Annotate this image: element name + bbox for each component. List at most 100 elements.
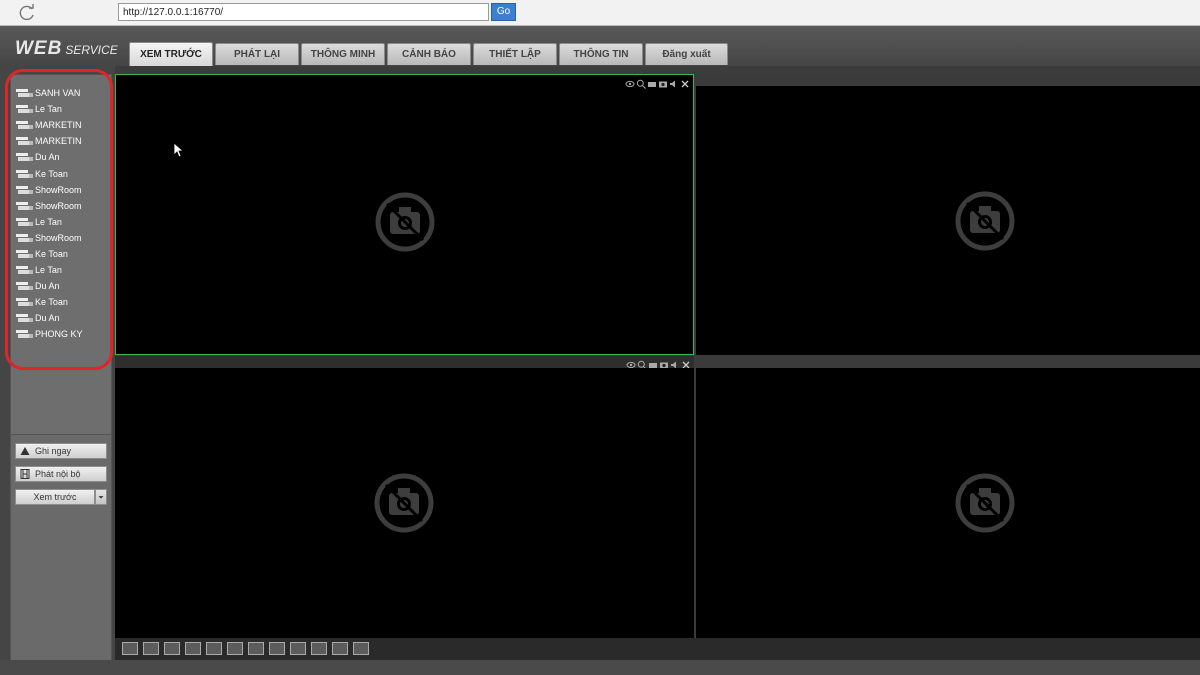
camera-channel-icon [16,185,33,194]
cell-tools [625,75,690,89]
snapshot-icon[interactable] [658,76,668,88]
channel-item[interactable]: ShowRoom [16,230,111,246]
camera-channel-icon [16,137,33,146]
no-camera-icon [955,191,1015,251]
tab-thong-tin[interactable]: THÔNG TIN [559,43,643,65]
layout-single-button[interactable] [206,642,222,655]
channel-label: Le Tan [35,104,62,115]
zoom-icon[interactable] [636,76,646,89]
preview-mode-select[interactable]: Xem trước [15,489,107,505]
footer-bar [0,660,1200,675]
control-panel: Ghi ngay Phát nội bộ Xem trước [10,434,112,675]
channel-item[interactable]: MARKETIN [16,117,111,133]
layout-8-button[interactable] [269,642,285,655]
layout-1-button[interactable] [122,642,138,655]
close-icon[interactable] [681,357,691,369]
snapshot-icon[interactable] [659,357,669,369]
channel-item[interactable]: Ke Toan [16,294,111,310]
channel-item[interactable]: SANH VAN [16,85,111,101]
layout-quad-button[interactable] [227,642,243,655]
cell-toolbar [115,356,694,370]
web-service-logo: WEB SERVICE [15,38,118,60]
video-cell-1[interactable] [115,74,694,355]
no-camera-icon [955,473,1015,533]
tab-thong-minh[interactable]: THÔNG MINH [301,43,385,65]
camera-channel-icon [16,89,33,98]
mouse-cursor-icon [173,142,183,158]
video-cell-3[interactable] [115,368,694,638]
channel-item[interactable]: Du An [16,278,111,294]
tab-phat-lai[interactable]: PHÁT LẠI [215,43,299,65]
channel-label: Ke Toan [35,168,68,179]
layout-toolbar [115,638,1200,660]
dropdown-arrow-icon[interactable] [95,489,107,505]
layout-6-button[interactable] [248,642,264,655]
channel-item[interactable]: Du An [16,149,111,165]
close-icon[interactable] [680,76,690,88]
layout-4-button[interactable] [185,642,201,655]
tab-xem-truoc[interactable]: XEM TRƯỚC [129,42,213,66]
cell-tools [626,356,691,370]
camera-channel-icon [16,330,33,339]
camera-channel-icon [16,298,33,307]
layout-3-button[interactable] [164,642,180,655]
camera-channel-icon [16,169,33,178]
channel-label: ShowRoom [35,200,82,211]
fullscreen-button[interactable] [353,642,369,655]
channel-list: SANH VAN Le Tan MARKETIN MARKETIN Du An Ke To… [16,85,111,343]
layout-2-button[interactable] [143,642,159,655]
web-service-app: Go WEBSERVICE XEM TRƯỚC PHÁT LẠI THÔNG M… [0,0,1200,675]
eye-icon[interactable] [625,76,635,88]
preview-select-value: Xem trước [15,489,95,505]
channel-item[interactable]: ShowRoom [16,198,111,214]
channel-label: Ke Toan [35,248,68,259]
no-camera-icon [375,192,435,252]
record-now-button[interactable]: Ghi ngay [15,443,107,459]
camera-channel-icon [16,233,33,242]
channel-item[interactable]: PHONG KY [16,326,111,342]
app-header: WEB SERVICE XEM TRƯỚC PHÁT LẠI THÔNG MINH… [0,26,1200,66]
layout-13-button[interactable] [311,642,327,655]
go-button[interactable]: Go [491,3,516,21]
audio-icon[interactable] [669,76,679,88]
channel-label: SANH VAN [35,88,81,99]
layout-9-button[interactable] [290,642,306,655]
warning-icon [20,447,30,455]
zoom-icon[interactable] [637,357,647,370]
video-cell-2[interactable] [696,86,1200,355]
channel-label: Le Tan [35,216,62,227]
local-playback-label: Phát nội bộ [35,469,81,479]
video-cell-4[interactable] [696,368,1200,638]
refresh-icon[interactable] [17,3,37,23]
layout-16-button[interactable] [332,642,348,655]
channel-label: Du An [35,281,60,292]
eye-icon[interactable] [626,357,636,369]
camera-channel-icon [16,121,33,130]
tab-dang-xuat[interactable]: Đăng xuất [645,43,728,65]
channel-item[interactable]: Le Tan [16,101,111,117]
camera-channel-icon [16,249,33,258]
channel-label: MARKETIN [35,120,82,131]
camera-channel-icon [16,105,33,114]
channel-item[interactable]: Ke Toan [16,246,111,262]
audio-icon[interactable] [670,357,680,369]
channel-item[interactable]: MARKETIN [16,133,111,149]
url-input[interactable] [118,3,489,21]
channel-item[interactable]: Ke Toan [16,165,111,181]
record-icon[interactable] [648,357,658,368]
camera-channel-icon [16,266,33,275]
video-grid [115,74,1200,638]
local-playback-button[interactable]: Phát nội bộ [15,466,107,482]
channel-label: Ke Toan [35,297,68,308]
channel-item[interactable]: Le Tan [16,214,111,230]
channel-item[interactable]: Du An [16,310,111,326]
record-icon[interactable] [647,76,657,87]
tab-canh-bao[interactable]: CẢNH BÁO [387,43,471,65]
channel-label: Le Tan [35,265,62,276]
channel-item[interactable]: ShowRoom [16,182,111,198]
tab-thiet-lap[interactable]: THIẾT LẬP [473,43,557,65]
channel-item[interactable]: Le Tan [16,262,111,278]
camera-channel-icon [16,282,33,291]
sidebar: SANH VAN Le Tan MARKETIN MARKETIN Du An Ke To… [0,66,115,675]
channel-label: MARKETIN [35,136,82,147]
